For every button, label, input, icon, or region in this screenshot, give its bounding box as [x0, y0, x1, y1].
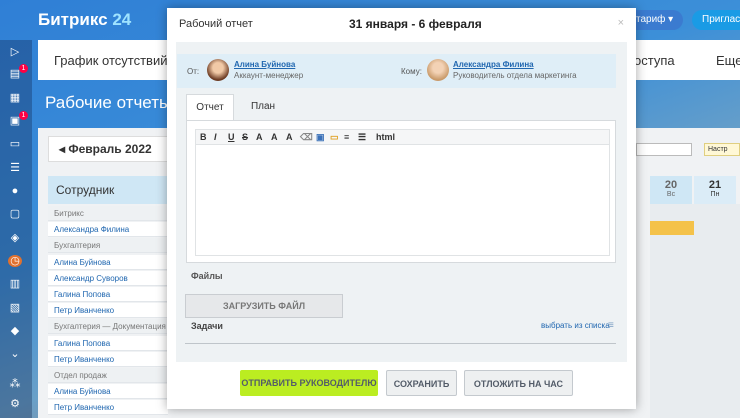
contact-icon[interactable]: ▥: [8, 278, 22, 290]
tab-report[interactable]: Отчет: [186, 94, 234, 120]
bullet-list-icon[interactable]: ☰: [358, 132, 366, 143]
report-period: 31 января - 6 февраля: [349, 17, 482, 31]
to-label: Кому:: [401, 67, 422, 76]
calendar-icon[interactable]: ▦: [8, 92, 22, 104]
crm-icon[interactable]: ◈: [8, 232, 22, 244]
left-sidebar: ▷ ▤ 1 ▦ ▣ 1 ▭ ☰ ● ▢ ◈ ◷ ▥ ▧ ◆ ⌄ ⁂ ⚙: [0, 40, 32, 418]
from-role: Аккаунт-менеджер: [234, 71, 304, 80]
invite-button[interactable]: Приглас: [692, 10, 740, 30]
box-icon[interactable]: ◆: [8, 325, 22, 337]
settings-button[interactable]: Настр: [704, 143, 740, 156]
employee-row[interactable]: Алина Буйнова: [48, 384, 168, 400]
feed-icon[interactable]: ▷: [8, 46, 22, 58]
report-textarea[interactable]: [195, 145, 610, 256]
remove-format-icon[interactable]: A: [286, 132, 293, 142]
day-weekday: Пн: [710, 191, 720, 198]
font-color-icon[interactable]: A: [271, 132, 278, 142]
employee-row[interactable]: Александра Филина: [48, 222, 168, 238]
department-row: Бухгалтерия — Документация: [48, 319, 168, 335]
nav-access[interactable]: оступа: [634, 53, 675, 68]
from-name-link[interactable]: Алина Буйнова: [234, 60, 295, 69]
drive-icon[interactable]: ☰: [8, 162, 22, 174]
modal-title: Рабочий отчет: [179, 18, 253, 30]
day-column-20: 20 Вс: [650, 176, 692, 204]
group-icon[interactable]: ●: [8, 185, 22, 197]
html-button[interactable]: html: [376, 132, 395, 142]
month-selector[interactable]: ◂ Февраль 2022: [48, 136, 178, 162]
chat-badge: 1: [19, 64, 28, 73]
settings-label: Настр: [708, 146, 728, 153]
employee-column-header: Сотрудник: [48, 176, 168, 204]
nav-more[interactable]: Еще: [716, 53, 740, 68]
department-row: Бухгалтерия: [48, 238, 168, 254]
day-weekday: Вс: [666, 191, 676, 198]
employee-row[interactable]: Алина Буйнова: [48, 254, 168, 270]
upload-file-button[interactable]: ЗАГРУЗИТЬ ФАЙЛ: [185, 294, 343, 318]
day-number: 20: [664, 179, 678, 191]
avatar: [207, 59, 229, 81]
list-icon[interactable]: ≡: [608, 320, 614, 331]
numbered-list-icon[interactable]: ≡: [344, 132, 349, 142]
tasks-label: Задачи: [191, 321, 223, 331]
files-label: Файлы: [191, 271, 223, 281]
postpone-hour-button[interactable]: ОТЛОЖИТЬ НА ЧАС: [464, 370, 573, 396]
avatar: [427, 59, 449, 81]
from-label: От:: [187, 67, 200, 76]
sitemap-icon[interactable]: ⁂: [8, 378, 22, 390]
work-report-modal: Рабочий отчет 31 января - 6 февраля × От…: [167, 8, 636, 409]
filter-dropdown[interactable]: [636, 143, 692, 156]
to-name-link[interactable]: Александра Филина: [453, 60, 534, 69]
gear-icon[interactable]: ⚙: [8, 398, 22, 410]
employee-row[interactable]: Петр Иванченко: [48, 303, 168, 319]
close-icon[interactable]: ×: [618, 17, 624, 29]
department-row: Отдел продаж: [48, 368, 168, 383]
day-column-21: 21 Пн: [694, 176, 736, 204]
calendar-grid: [650, 204, 740, 418]
nav-absence-schedule[interactable]: График отсутствий: [54, 53, 167, 68]
brand-logo[interactable]: Битрикс 24: [38, 10, 131, 30]
store-icon[interactable]: ▧: [8, 302, 22, 314]
month-label: Февраль 2022: [68, 142, 152, 156]
tariff-label: тариф: [636, 14, 666, 25]
eraser-icon[interactable]: ⌫: [300, 132, 313, 143]
report-editor: B I U S A A A ⌫ ▣ ▭ ≡ ☰ html: [186, 120, 616, 263]
editor-toolbar: B I U S A A A ⌫ ▣ ▭ ≡ ☰ html: [195, 129, 610, 145]
brand-name: Битрикс: [38, 10, 108, 29]
messages-badge: 1: [19, 111, 28, 120]
employee-row[interactable]: Галина Попова: [48, 287, 168, 302]
employee-row[interactable]: Петр Иванченко: [48, 351, 168, 367]
to-role: Руководитель отдела маркетинга: [453, 71, 577, 80]
pick-from-list-link[interactable]: выбрать из списка: [541, 321, 610, 330]
window-icon[interactable]: ▢: [8, 208, 22, 220]
employee-row[interactable]: Александр Суворов: [48, 270, 168, 286]
employee-row[interactable]: Галина Попова: [48, 335, 168, 351]
document-icon[interactable]: ▭: [8, 138, 22, 150]
save-button[interactable]: СОХРАНИТЬ: [386, 370, 457, 396]
department-row: Битрикс: [48, 206, 168, 221]
chevron-left-icon[interactable]: ◂: [59, 142, 65, 156]
people-panel: От: Алина Буйнова Аккаунт-менеджер Кому:…: [177, 54, 616, 88]
tab-plan[interactable]: План: [239, 94, 287, 120]
clock-icon[interactable]: ◷: [8, 255, 22, 267]
page-title: Рабочие отчеты: [45, 93, 172, 112]
day-number: 21: [708, 179, 722, 191]
underline-button[interactable]: U: [228, 132, 235, 142]
absence-bar: [650, 221, 694, 235]
image-icon[interactable]: ▣: [316, 132, 325, 143]
strike-button[interactable]: S: [242, 132, 248, 142]
bold-button[interactable]: B: [200, 132, 207, 142]
employee-row[interactable]: Петр Иванченко: [48, 400, 168, 416]
brand-number: 24: [112, 10, 132, 29]
italic-button[interactable]: I: [214, 132, 217, 142]
chevron-down-icon[interactable]: ⌄: [8, 348, 22, 360]
divider: [185, 343, 616, 344]
send-to-manager-button[interactable]: ОТПРАВИТЬ РУКОВОДИТЕЛЮ: [240, 370, 378, 396]
video-icon[interactable]: ▭: [330, 132, 339, 143]
font-size-icon[interactable]: A: [256, 132, 263, 142]
